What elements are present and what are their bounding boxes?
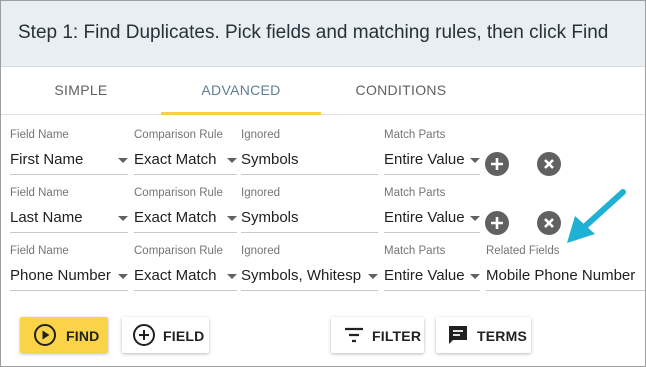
add-rule-button[interactable] — [485, 211, 509, 235]
plus-icon — [491, 158, 503, 170]
field-name-select[interactable]: Phone Number — [10, 263, 128, 291]
add-rule-button[interactable] — [485, 152, 509, 176]
remove-rule-button[interactable] — [537, 211, 561, 235]
match-parts-select[interactable]: Entire Value — [384, 205, 480, 233]
ignored-value: Symbols — [241, 209, 299, 226]
remove-rule-button[interactable] — [537, 152, 561, 176]
filter-button[interactable]: FILTER — [331, 317, 424, 353]
plus-icon — [491, 217, 503, 229]
terms-button[interactable]: TERMS — [436, 317, 531, 353]
chevron-down-icon — [118, 216, 128, 221]
ignored-select[interactable]: Symbols — [241, 147, 378, 175]
field-name-select[interactable]: First Name — [10, 147, 128, 175]
comparison-rule-value: Exact Match — [134, 151, 217, 168]
comparison-rule-label: Comparison Rule — [134, 129, 223, 141]
comparison-rule-label: Comparison Rule — [134, 245, 223, 257]
ignored-select[interactable]: Symbols, Whitesp — [241, 263, 378, 291]
field-name-value: Phone Number — [10, 267, 111, 284]
chevron-down-icon — [118, 274, 128, 279]
chevron-down-icon — [227, 216, 237, 221]
comparison-rule-select[interactable]: Exact Match — [134, 263, 237, 291]
chevron-down-icon — [118, 158, 128, 163]
terms-button-label: TERMS — [477, 328, 527, 344]
tab-advanced[interactable]: ADVANCED — [161, 67, 321, 115]
find-duplicates-panel: Step 1: Find Duplicates. Pick fields and… — [0, 0, 646, 367]
comparison-rule-select[interactable]: Exact Match — [134, 205, 237, 233]
match-parts-select[interactable]: Entire Value — [384, 147, 480, 175]
chevron-down-icon — [470, 274, 480, 279]
match-parts-label: Match Parts — [384, 187, 446, 199]
ignored-select[interactable]: Symbols — [241, 205, 378, 233]
filter-button-label: FILTER — [372, 328, 422, 344]
field-name-select[interactable]: Last Name — [10, 205, 128, 233]
match-parts-label: Match Parts — [384, 245, 446, 257]
close-icon — [544, 159, 554, 169]
match-parts-label: Match Parts — [384, 129, 446, 141]
comparison-rule-value: Exact Match — [134, 209, 217, 226]
close-icon — [544, 218, 554, 228]
comparison-rule-select[interactable]: Exact Match — [134, 147, 237, 175]
filter-icon — [345, 327, 363, 343]
add-circle-icon — [133, 324, 155, 346]
chevron-down-icon — [227, 274, 237, 279]
comparison-rule-value: Exact Match — [134, 267, 217, 284]
related-fields-label: Related Fields — [486, 245, 560, 257]
play-circle-icon — [34, 324, 56, 346]
field-button-label: FIELD — [163, 328, 205, 344]
comment-icon — [449, 326, 467, 344]
find-button[interactable]: FIND — [20, 317, 108, 353]
page-title: Step 1: Find Duplicates. Pick fields and… — [18, 22, 609, 43]
ignored-label: Ignored — [241, 129, 281, 141]
ignored-value: Symbols — [241, 151, 299, 168]
match-parts-value: Entire Value — [384, 267, 465, 284]
ignored-value: Symbols, Whitesp — [241, 267, 362, 284]
tab-conditions[interactable]: CONDITIONS — [321, 67, 481, 115]
field-name-label: Field Name — [10, 187, 69, 199]
arrow-icon — [567, 189, 626, 243]
ignored-label: Ignored — [241, 187, 281, 199]
add-field-button[interactable]: FIELD — [122, 317, 209, 353]
chevron-down-icon — [368, 274, 378, 279]
comparison-rule-label: Comparison Rule — [134, 187, 223, 199]
field-name-label: Field Name — [10, 245, 69, 257]
chevron-down-icon — [470, 158, 480, 163]
field-name-label: Field Name — [10, 129, 69, 141]
match-parts-select[interactable]: Entire Value — [384, 263, 480, 291]
match-parts-value: Entire Value — [384, 209, 465, 226]
match-parts-value: Entire Value — [384, 151, 465, 168]
mode-tabs: SIMPLE ADVANCED CONDITIONS — [1, 67, 645, 115]
step-header: Step 1: Find Duplicates. Pick fields and… — [1, 1, 645, 67]
chevron-down-icon — [470, 216, 480, 221]
field-name-value: Last Name — [10, 209, 83, 226]
tab-simple[interactable]: SIMPLE — [1, 67, 161, 115]
chevron-down-icon — [227, 158, 237, 163]
ignored-label: Ignored — [241, 245, 281, 257]
find-button-label: FIND — [66, 328, 100, 344]
related-fields-value: Mobile Phone Number — [486, 267, 636, 284]
related-fields-input[interactable]: Mobile Phone Number — [486, 263, 645, 291]
field-name-value: First Name — [10, 151, 84, 168]
